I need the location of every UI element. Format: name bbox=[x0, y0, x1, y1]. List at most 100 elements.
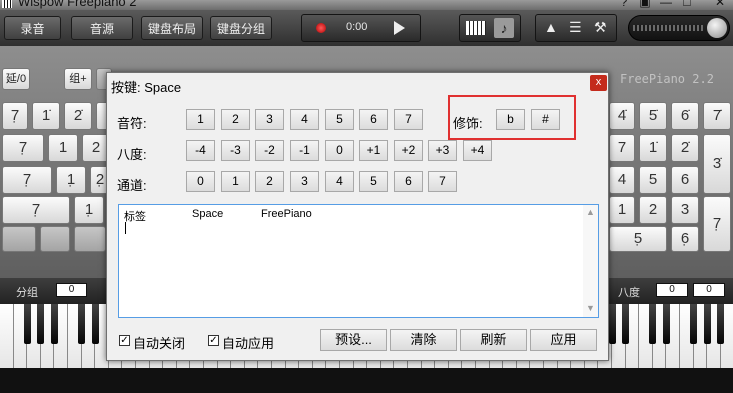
refresh-button[interactable]: 刷新 bbox=[460, 329, 527, 351]
keyboard-key[interactable]: 2 bbox=[639, 196, 667, 224]
piano-keys-icon[interactable] bbox=[466, 21, 486, 35]
keyboard-key[interactable] bbox=[40, 226, 70, 252]
channel-button-6[interactable]: 6 bbox=[394, 171, 423, 192]
keyboard-key[interactable]: 3 bbox=[671, 196, 699, 224]
octave-button-plus2[interactable]: +2 bbox=[394, 140, 423, 161]
key-script-textarea[interactable]: 标签 Space FreePiano ▲ ▼ bbox=[118, 204, 599, 318]
note-button-1[interactable]: 1 bbox=[186, 109, 215, 130]
octave-button-plus3[interactable]: +3 bbox=[428, 140, 457, 161]
note-button-6[interactable]: 6 bbox=[359, 109, 388, 130]
piano-black-key[interactable] bbox=[622, 304, 630, 344]
keyboard-key[interactable] bbox=[2, 226, 36, 252]
keyboard-key[interactable]: 1̇ bbox=[32, 102, 60, 130]
keyboard-key[interactable]: 7̣ bbox=[2, 166, 52, 194]
record-menu-button[interactable]: 录音 bbox=[4, 16, 61, 40]
keyboard-key[interactable]: 1̣ bbox=[56, 166, 86, 194]
channel-button-4[interactable]: 4 bbox=[325, 171, 354, 192]
octave-value-field-2[interactable]: 0 bbox=[693, 283, 725, 297]
apply-button[interactable]: 应用 bbox=[530, 329, 597, 351]
piano-black-key[interactable] bbox=[649, 304, 657, 344]
channel-button-3[interactable]: 3 bbox=[290, 171, 319, 192]
octave-button-minus1[interactable]: -1 bbox=[290, 140, 319, 161]
compact-mode-button[interactable]: ▣ bbox=[637, 0, 653, 9]
note-button-3[interactable]: 3 bbox=[255, 109, 284, 130]
note-button-7[interactable]: 7 bbox=[394, 109, 423, 130]
keyboard-key[interactable]: 1̣ bbox=[74, 196, 104, 224]
keyboard-layout-button[interactable]: 键盘布局 bbox=[141, 16, 203, 40]
keyboard-key[interactable]: 7̣ bbox=[2, 102, 28, 130]
channel-button-2[interactable]: 2 bbox=[255, 171, 284, 192]
keyboard-key[interactable]: 7 bbox=[609, 134, 635, 162]
music-score-icon[interactable]: ♪ bbox=[494, 18, 514, 38]
keyboard-key[interactable]: 5̣ bbox=[609, 226, 667, 252]
keyboard-key[interactable]: 7̣ bbox=[703, 196, 731, 252]
scroll-down-icon[interactable]: ▼ bbox=[586, 303, 595, 313]
channel-button-1[interactable]: 1 bbox=[221, 171, 250, 192]
keyboard-key[interactable]: 1 bbox=[609, 196, 635, 224]
keyboard-key[interactable]: 4 bbox=[609, 166, 635, 194]
keyboard-key[interactable]: 1̇ bbox=[639, 134, 667, 162]
keyboard-key[interactable]: 7̇ bbox=[703, 102, 731, 130]
keyboard-key[interactable]: 6̣ bbox=[671, 226, 699, 252]
keyboard-key[interactable]: 1 bbox=[48, 134, 78, 162]
piano-black-key[interactable] bbox=[78, 304, 86, 344]
octave-button-minus2[interactable]: -2 bbox=[255, 140, 284, 161]
octave-button-plus1[interactable]: +1 bbox=[359, 140, 388, 161]
minimize-button[interactable]: — bbox=[658, 0, 674, 9]
keyboard-key[interactable]: 2̇ bbox=[671, 134, 699, 162]
piano-black-key[interactable] bbox=[662, 304, 670, 344]
octave-button-0[interactable]: 0 bbox=[325, 140, 354, 161]
sharp-button[interactable]: # bbox=[531, 109, 560, 130]
piano-black-key[interactable] bbox=[690, 304, 698, 344]
auto-close-checkbox[interactable]: ✓ bbox=[119, 335, 130, 346]
note-button-4[interactable]: 4 bbox=[290, 109, 319, 130]
metronome-icon[interactable]: ▲ bbox=[544, 19, 558, 35]
clear-button[interactable]: 清除 bbox=[390, 329, 457, 351]
piano-black-key[interactable] bbox=[717, 304, 725, 344]
preset-button[interactable]: 预设... bbox=[320, 329, 387, 351]
channel-button-0[interactable]: 0 bbox=[186, 171, 215, 192]
channel-button-5[interactable]: 5 bbox=[359, 171, 388, 192]
volume-slider[interactable] bbox=[628, 15, 730, 41]
keyboard-group-button[interactable]: 键盘分组 bbox=[210, 16, 272, 40]
wrench-icon[interactable]: ⚒ bbox=[594, 19, 607, 36]
octave-button-minus4[interactable]: -4 bbox=[186, 140, 215, 161]
keyboard-key[interactable]: 4̇ bbox=[609, 102, 635, 130]
volume-knob[interactable] bbox=[707, 18, 727, 38]
note-button-2[interactable]: 2 bbox=[221, 109, 250, 130]
keyboard-key[interactable]: 2̇ bbox=[64, 102, 92, 130]
piano-black-key[interactable] bbox=[608, 304, 616, 344]
mixer-sliders-icon[interactable]: ☰ bbox=[569, 19, 582, 36]
piano-black-key[interactable] bbox=[50, 304, 58, 344]
dialog-close-button[interactable]: x bbox=[590, 75, 607, 91]
keyboard-key[interactable] bbox=[74, 226, 106, 252]
octave-button-plus4[interactable]: +4 bbox=[463, 140, 492, 161]
piano-black-key[interactable] bbox=[37, 304, 45, 344]
maximize-button[interactable]: □ bbox=[679, 0, 695, 9]
scroll-up-icon[interactable]: ▲ bbox=[586, 207, 595, 217]
octave-button-minus3[interactable]: -3 bbox=[221, 140, 250, 161]
help-button[interactable]: ? bbox=[616, 0, 632, 9]
piano-white-key[interactable] bbox=[0, 304, 14, 368]
sustain-key[interactable]: 延/0 bbox=[2, 68, 30, 90]
piano-black-key[interactable] bbox=[91, 304, 99, 344]
note-button-5[interactable]: 5 bbox=[325, 109, 354, 130]
keyboard-key[interactable]: 7̣ bbox=[2, 134, 44, 162]
keyboard-key[interactable]: 7̣ bbox=[2, 196, 70, 224]
group-plus-key[interactable]: 组+ bbox=[64, 68, 92, 90]
auto-apply-checkbox[interactable]: ✓ bbox=[208, 335, 219, 346]
keyboard-key[interactable]: 5 bbox=[639, 166, 667, 194]
sound-source-button[interactable]: 音源 bbox=[71, 16, 133, 40]
textarea-scrollbar[interactable]: ▲ ▼ bbox=[583, 205, 598, 317]
play-icon[interactable] bbox=[394, 21, 405, 35]
record-icon[interactable] bbox=[316, 23, 326, 33]
piano-black-key[interactable] bbox=[703, 304, 711, 344]
piano-black-key[interactable] bbox=[23, 304, 31, 344]
keyboard-key[interactable]: 3̇ bbox=[703, 134, 731, 194]
flat-button[interactable]: b bbox=[496, 109, 525, 130]
keyboard-key[interactable]: 6̇ bbox=[671, 102, 699, 130]
octave-value-field[interactable]: 0 bbox=[656, 283, 688, 297]
channel-button-7[interactable]: 7 bbox=[428, 171, 457, 192]
group-value-field[interactable]: 0 bbox=[56, 283, 87, 297]
close-window-button[interactable]: ✕ bbox=[712, 0, 728, 9]
